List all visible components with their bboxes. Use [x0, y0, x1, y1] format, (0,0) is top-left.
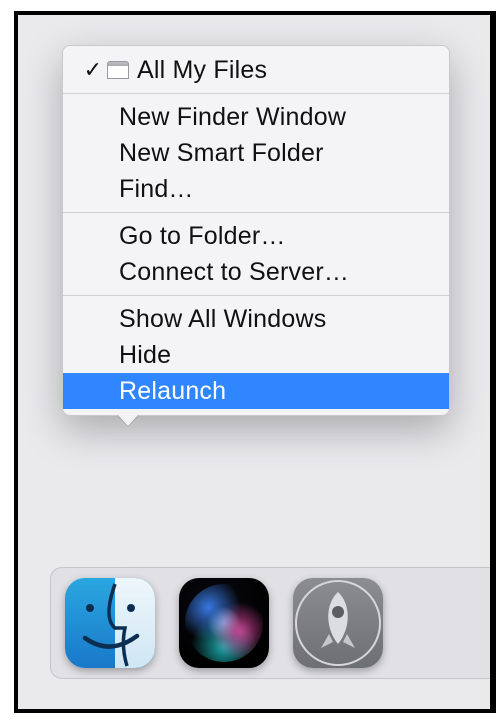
finder-face-icon [65, 578, 155, 668]
menu-item-label: New Finder Window [119, 103, 346, 132]
menu-item-label: Show All Windows [119, 305, 326, 334]
menu-item-label: New Smart Folder [119, 139, 324, 168]
menu-separator [63, 295, 449, 296]
menu-item-label: All My Files [137, 56, 267, 85]
checkmark-icon: ✓ [81, 57, 105, 83]
menu-separator [63, 93, 449, 94]
window-icon [107, 61, 129, 79]
menu-item-show-all-windows[interactable]: Show All Windows [63, 301, 449, 337]
menu-item-all-my-files[interactable]: ✓ All My Files [63, 52, 449, 88]
crop-edge [490, 15, 492, 709]
menu-separator [63, 212, 449, 213]
menu-item-label: Find… [119, 175, 194, 204]
dock-app-launchpad[interactable] [293, 578, 383, 668]
menu-item-label: Relaunch [119, 377, 226, 406]
rocket-icon [293, 578, 383, 668]
menu-item-go-to-folder[interactable]: Go to Folder… [63, 218, 449, 254]
menu-item-new-smart-folder[interactable]: New Smart Folder [63, 135, 449, 171]
siri-icon [185, 584, 263, 662]
menu-item-find[interactable]: Find… [63, 171, 449, 207]
screenshot-frame: ✓ All My Files New Finder Window New Sma… [14, 11, 496, 713]
dock-app-finder[interactable] [65, 578, 155, 668]
dock [50, 567, 492, 679]
menu-item-label: Hide [119, 341, 171, 370]
dock-app-siri[interactable] [179, 578, 269, 668]
menu-item-relaunch[interactable]: Relaunch [63, 373, 449, 409]
menu-item-new-finder-window[interactable]: New Finder Window [63, 99, 449, 135]
menu-item-label: Go to Folder… [119, 222, 286, 251]
menu-item-connect-to-server[interactable]: Connect to Server… [63, 254, 449, 290]
menu-item-label: Connect to Server… [119, 258, 349, 287]
finder-dock-context-menu: ✓ All My Files New Finder Window New Sma… [62, 45, 450, 416]
menu-item-hide[interactable]: Hide [63, 337, 449, 373]
